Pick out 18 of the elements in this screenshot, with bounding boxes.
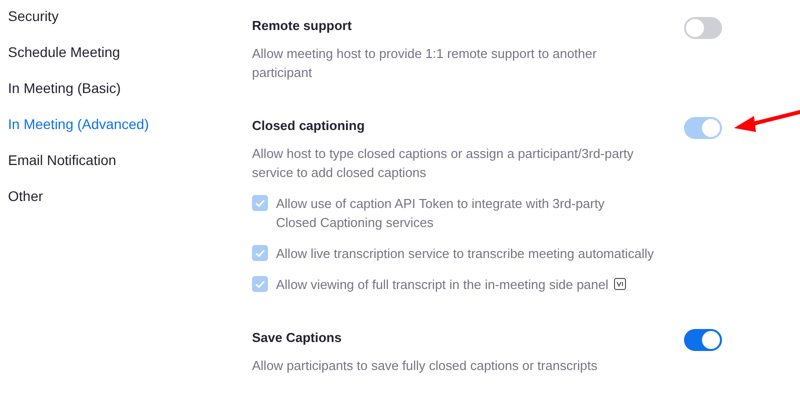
toggle-switch[interactable] <box>684 17 722 39</box>
option-label: Allow use of caption API Token to integrate with 3rd-party Closed Captioning services <box>276 195 606 232</box>
toggle-switch[interactable] <box>684 329 722 351</box>
setting-description: Allow meeting host to provide 1:1 remote support to another participant <box>252 45 598 82</box>
sidebar-item[interactable]: Security <box>0 7 252 43</box>
option-label: Allow viewing of full transcript in the in-meeting side panel <box>276 276 608 294</box>
setting-title: Closed captioning <box>252 117 366 135</box>
option-label: Allow live transcription service to transcribe meeting automatically <box>276 245 654 263</box>
setting-description: Allow participants to save fully closed captions or transcripts <box>252 357 598 375</box>
sidebar-item[interactable]: In Meeting (Advanced) <box>0 115 252 151</box>
sidebar-item[interactable]: In Meeting (Basic) <box>0 79 252 115</box>
setting-title: Remote support <box>252 17 353 35</box>
sidebar-item[interactable]: Other <box>0 187 252 223</box>
setting-title: Save Captions <box>252 329 343 347</box>
setting-description: Allow host to type closed captions or assign a participant/3rd-party service to add closed captions <box>252 145 635 182</box>
info-icon[interactable] <box>614 278 626 290</box>
sidebar-item[interactable]: Schedule Meeting <box>0 43 252 79</box>
sidebar-item[interactable]: Email Notification <box>0 151 252 187</box>
